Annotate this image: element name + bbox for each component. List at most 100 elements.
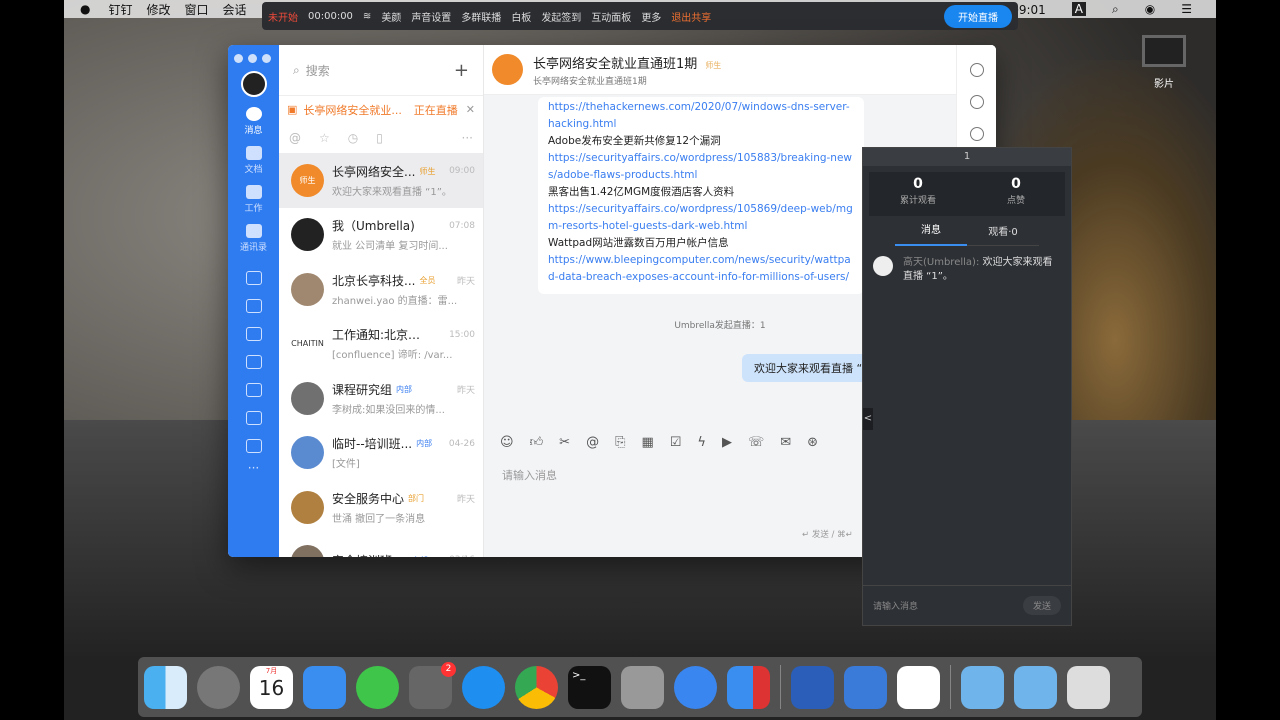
terminal-icon[interactable]: >_ [568,665,611,709]
user-avatar[interactable] [240,71,267,97]
emoji-icon[interactable]: ☺ [500,435,514,450]
desktop-icon-movies[interactable]: 影片 [1140,35,1188,90]
xcode-icon[interactable] [844,665,887,709]
ding-button[interactable] [228,327,279,341]
conversation-item[interactable]: 我（Umbrella) 07:08 就业 公司清单 复习时间... [279,208,483,263]
sidebar-item-contacts[interactable]: 通讯录 [228,224,279,253]
mail-icon[interactable]: ✉ [780,435,791,450]
calendar-button[interactable] [228,271,279,285]
keynote-icon[interactable] [303,665,346,709]
chrome-icon[interactable] [515,665,558,709]
scissors-icon[interactable]: ✂ [559,435,570,450]
zoom-button[interactable] [262,54,271,63]
safari-icon[interactable] [462,665,505,709]
tab-messages[interactable]: 消息 [895,216,967,246]
close-button[interactable] [234,54,243,63]
thumbs-up-icon[interactable]: 👍︎ [530,435,544,450]
at-icon[interactable]: @ [586,435,599,450]
audio-settings-button[interactable]: 声音设置 [411,9,451,24]
conversation-item[interactable]: 安全服务中心 部门 昨天 世涌 撤回了一条消息 [279,480,483,535]
parallels-icon[interactable] [727,665,770,709]
minimize-button[interactable] [248,54,257,63]
more-icon[interactable]: ··· [462,131,473,145]
apps-button[interactable] [228,439,279,453]
send-button[interactable]: 发送 [1022,596,1061,615]
message-link[interactable]: https://securityaffairs.co/wordpress/105… [548,150,854,184]
apple-icon[interactable]: ● [80,2,90,16]
conversation-row: 课程研究组 内部 昨天 [332,381,475,398]
message-link[interactable]: https://www.bleepingcomputer.com/news/se… [548,252,854,286]
more-button[interactable]: 更多 [641,9,661,24]
conversation-item[interactable]: 师生 长亭网络安全... 师生 09:00 欢迎大家来观看直播 “1”。 [279,153,483,208]
siri-icon[interactable]: ◉ [1145,2,1155,16]
conversation-item[interactable]: 临时--培训班... 内部 04-26 [文件] [279,426,483,481]
spotlight-icon[interactable]: ⌕ [1112,2,1119,17]
interactive-panel-button[interactable]: 互动面板 [591,9,631,24]
conversation-time: 09:00 [449,166,475,177]
phone-icon[interactable]: ☏ [748,435,764,450]
checkin-button[interactable]: 发起签到 [541,9,581,24]
history-icon[interactable] [969,95,984,109]
applications-folder-icon[interactable] [961,665,1004,709]
sidebar-item-work[interactable]: 工作 [228,185,279,214]
search-input[interactable]: 搜索 [306,62,330,79]
menu-dingtalk[interactable]: 钉钉 [108,1,132,18]
input-source-icon[interactable]: A [1071,2,1087,16]
finder-icon[interactable] [144,665,187,709]
notes-button[interactable] [228,355,279,369]
calendar-icon[interactable]: ▦ [641,435,653,450]
approve-icon[interactable]: ⊛ [807,435,818,450]
file-add-icon[interactable]: ⎘ [615,435,625,450]
conversation-item[interactable]: CHAITIN 工作通知:北京长亭... 15:00 [confluence] 谛… [279,317,483,372]
start-live-button[interactable]: 开始直播 [944,4,1012,28]
numbers-icon[interactable] [897,665,940,709]
word-icon[interactable] [791,665,834,709]
downloads-folder-icon[interactable] [1014,665,1057,709]
beauty-button[interactable]: 美颜 [381,9,401,24]
sidebar-item-messages[interactable]: 消息 [228,107,279,136]
sidebar-item-docs[interactable]: 文档 [228,146,279,175]
conversation-item[interactable]: 安全培训班-... 内部 03/16 [279,535,483,557]
sublime-icon[interactable] [621,665,664,709]
phone-device-icon[interactable]: ▯ [376,131,383,145]
message-input[interactable]: 请输入消息 [502,467,557,483]
multi-group-button[interactable]: 多群联播 [461,9,501,24]
exit-share-button[interactable]: 退出共享 [671,9,711,24]
message-link[interactable]: https://securityaffairs.co/wordpress/105… [548,201,854,235]
dock-divider [780,665,781,709]
trash-icon[interactable] [1067,665,1110,709]
phone-button[interactable] [228,383,279,397]
at-icon[interactable]: @ [289,131,301,145]
tab-viewers[interactable]: 观看·0 [967,223,1039,238]
conversation-item[interactable]: 北京长亭科技... 全员 昨天 zhanwei.yao 的直播：雷... [279,262,483,317]
collapse-handle[interactable]: < [863,408,873,430]
menu-window[interactable]: 窗口 [185,1,209,18]
panel-message-input[interactable]: 请输入消息 [873,599,918,612]
conversation-item[interactable]: 课程研究组 内部 昨天 李树成:如果没回来的情... [279,371,483,426]
group-avatar[interactable] [492,54,523,85]
conversation-preview: [confluence] 谛听: /var... [332,350,453,362]
menu-edit[interactable]: 修改 [147,1,171,18]
task-icon[interactable]: ☑ [670,435,682,450]
wechat-icon[interactable] [356,665,399,709]
dingtalk-icon[interactable] [674,665,717,709]
whiteboard-button[interactable]: 白板 [511,9,531,24]
system-preferences-icon[interactable]: 2 [409,661,456,709]
todo-button[interactable] [228,299,279,313]
ding-icon[interactable]: ϟ [697,435,706,450]
live-icon[interactable]: ▶ [722,435,732,450]
menu-conversation[interactable]: 会话 [223,1,247,18]
message-link[interactable]: https://thehackernews.com/2020/07/window… [548,99,854,133]
sidebar-more[interactable]: ··· [228,461,279,475]
mail-button[interactable] [228,411,279,425]
add-button[interactable]: + [454,60,469,81]
control-list-icon[interactable]: ☰ [1181,2,1192,16]
calendar-icon[interactable]: 7月 16 [250,665,293,709]
close-icon[interactable]: ✕ [466,103,475,116]
launchpad-icon[interactable] [197,665,240,709]
clock-icon[interactable]: ◷ [348,131,358,145]
folder-icon[interactable] [969,127,984,141]
more-icon[interactable] [969,63,984,77]
star-icon[interactable]: ☆ [319,131,330,145]
live-banner[interactable]: ▣ 长亭网络安全就业... 正在直播 ✕ [279,95,483,123]
